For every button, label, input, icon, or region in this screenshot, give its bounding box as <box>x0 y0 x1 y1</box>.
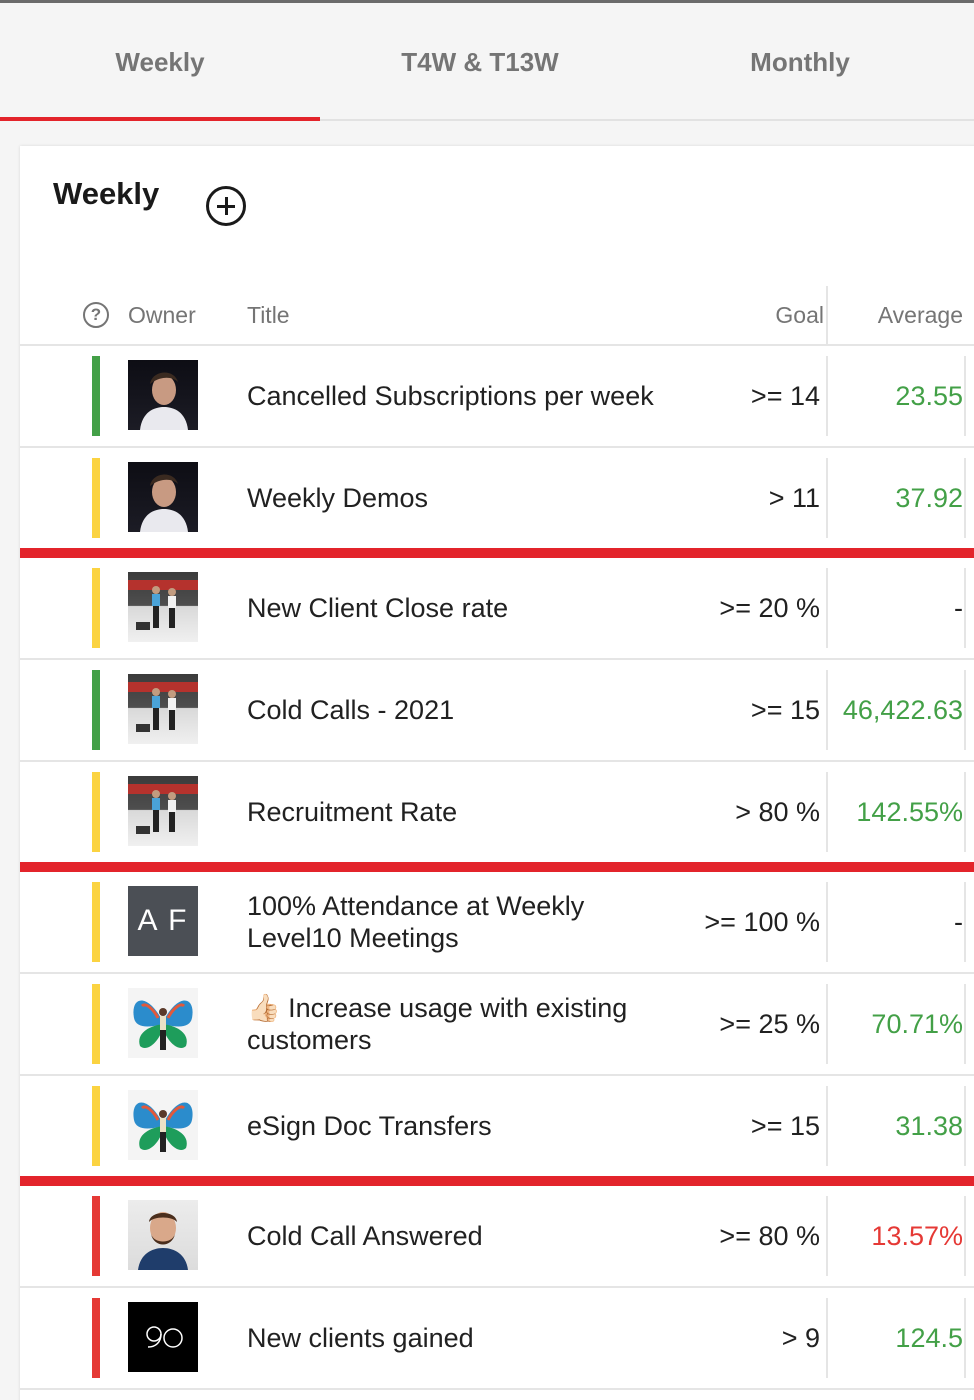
table-row[interactable]: eSign Doc Transfers >= 15 31.38 <box>20 1076 974 1186</box>
measurable-goal: >= 14 <box>750 380 820 411</box>
table-row[interactable]: Cancelled Subscriptions per week >= 14 23.… <box>20 346 974 448</box>
column-divider <box>964 356 966 436</box>
measurable-title[interactable]: New clients gained <box>247 1288 667 1388</box>
column-divider <box>826 1298 828 1378</box>
measurable-average: - <box>954 592 963 623</box>
measurable-title[interactable]: Cancelled Subscriptions per week <box>247 346 667 446</box>
column-divider <box>826 356 828 436</box>
measurable-goal: > 80 % <box>735 796 820 827</box>
column-divider <box>964 1196 966 1276</box>
column-divider <box>964 1298 966 1378</box>
status-stripe <box>92 1086 100 1166</box>
status-stripe <box>92 882 100 962</box>
status-stripe <box>92 984 100 1064</box>
column-divider <box>826 458 828 538</box>
measurable-title[interactable]: Recruitment Rate <box>247 762 667 862</box>
measurable-title[interactable]: Weekly Demos <box>247 448 667 548</box>
column-divider <box>826 568 828 648</box>
card-title: Weekly <box>53 176 160 211</box>
owner-avatar[interactable] <box>128 462 198 532</box>
owner-avatar[interactable] <box>128 1200 198 1270</box>
status-stripe <box>92 1196 100 1276</box>
table-row[interactable]: New Client Close rate >= 20 % - <box>20 558 974 660</box>
owner-avatar[interactable] <box>128 1090 198 1160</box>
measurable-title[interactable]: eSign Doc Transfers <box>247 1076 667 1176</box>
tab-bar: Weekly T4W & T13W Monthly <box>0 3 974 121</box>
column-divider <box>964 772 966 852</box>
owner-avatar[interactable] <box>128 572 198 642</box>
column-divider <box>964 882 966 962</box>
table-row[interactable]: New clients gained > 9 124.5 <box>20 1288 974 1390</box>
measurables-table: Cancelled Subscriptions per week >= 14 23.… <box>20 346 974 1390</box>
table-row[interactable]: Cold Calls - 2021 >= 15 46,422.63 <box>20 660 974 762</box>
column-divider <box>826 1196 828 1276</box>
measurable-goal: >= 20 % <box>719 592 820 623</box>
measurable-goal: > 11 <box>768 482 820 513</box>
measurable-average: 70.71% <box>871 1008 963 1039</box>
logo-9o-icon <box>146 1326 183 1348</box>
owner-avatar[interactable] <box>128 988 198 1058</box>
measurable-title[interactable]: Cold Calls - 2021 <box>247 660 667 760</box>
column-header-goal[interactable]: Goal <box>775 302 824 329</box>
measurable-average: 124.5 <box>895 1322 963 1353</box>
measurable-title[interactable]: 100% Attendance at Weekly Level10 Meetin… <box>247 872 667 972</box>
owner-avatar[interactable] <box>128 360 198 430</box>
status-stripe <box>92 670 100 750</box>
column-divider <box>964 984 966 1064</box>
column-header-title[interactable]: Title <box>247 302 290 329</box>
column-divider <box>826 772 828 852</box>
measurable-goal: >= 100 % <box>704 906 820 937</box>
column-divider <box>964 1086 966 1166</box>
active-tab-indicator <box>0 117 320 121</box>
measurable-goal: >= 15 <box>750 694 820 725</box>
table-row[interactable]: A F 100% Attendance at Weekly Level10 Mee… <box>20 872 974 974</box>
owner-avatar-initials[interactable]: A F <box>128 886 198 956</box>
measurable-average: 46,422.63 <box>842 694 963 725</box>
tab-weekly[interactable]: Weekly <box>0 3 320 121</box>
column-divider <box>826 670 828 750</box>
column-divider <box>826 984 828 1064</box>
measurable-goal: >= 25 % <box>719 1008 820 1039</box>
table-row[interactable]: Weekly Demos > 11 37.92 <box>20 448 974 558</box>
owner-avatar-logo[interactable] <box>128 1302 198 1372</box>
column-divider <box>964 458 966 538</box>
tab-monthly[interactable]: Monthly <box>640 3 960 121</box>
column-divider <box>964 670 966 750</box>
status-stripe <box>92 458 100 538</box>
status-stripe <box>92 356 100 436</box>
help-icon[interactable]: ? <box>83 302 109 328</box>
column-divider <box>826 286 828 346</box>
measurable-average: 23.55 <box>895 380 963 411</box>
column-divider <box>826 1086 828 1166</box>
table-row[interactable]: Cold Call Answered >= 80 % 13.57% <box>20 1186 974 1288</box>
tab-t4w-t13w[interactable]: T4W & T13W <box>320 3 640 121</box>
status-stripe <box>92 1298 100 1378</box>
measurable-goal: >= 15 <box>750 1110 820 1141</box>
column-divider <box>964 568 966 648</box>
column-header-average[interactable]: Average <box>878 302 963 329</box>
measurable-goal: >= 80 % <box>719 1220 820 1251</box>
measurable-title[interactable]: 👍🏻 Increase usage with existing customer… <box>247 974 667 1074</box>
status-stripe <box>92 772 100 852</box>
column-divider <box>826 882 828 962</box>
measurable-goal: > 9 <box>781 1322 820 1353</box>
add-measurable-button[interactable] <box>206 186 246 226</box>
owner-avatar[interactable] <box>128 776 198 846</box>
measurable-average: 13.57% <box>871 1220 963 1251</box>
table-row[interactable]: Recruitment Rate > 80 % 142.55% <box>20 762 974 872</box>
measurable-title[interactable]: Cold Call Answered <box>247 1186 667 1286</box>
measurable-average: 37.92 <box>895 482 963 513</box>
measurable-average: - <box>954 906 963 937</box>
measurable-average: 142.55% <box>856 796 963 827</box>
table-row[interactable]: 👍🏻 Increase usage with existing customer… <box>20 974 974 1076</box>
measurable-average: 31.38 <box>895 1110 963 1141</box>
owner-avatar[interactable] <box>128 674 198 744</box>
column-header-owner[interactable]: Owner <box>128 302 196 329</box>
status-stripe <box>92 568 100 648</box>
measurables-card: Weekly ? Owner Title Goal Average Cancel… <box>20 146 974 1400</box>
table-header: ? Owner Title Goal Average <box>20 286 974 346</box>
measurable-title[interactable]: New Client Close rate <box>247 558 667 658</box>
